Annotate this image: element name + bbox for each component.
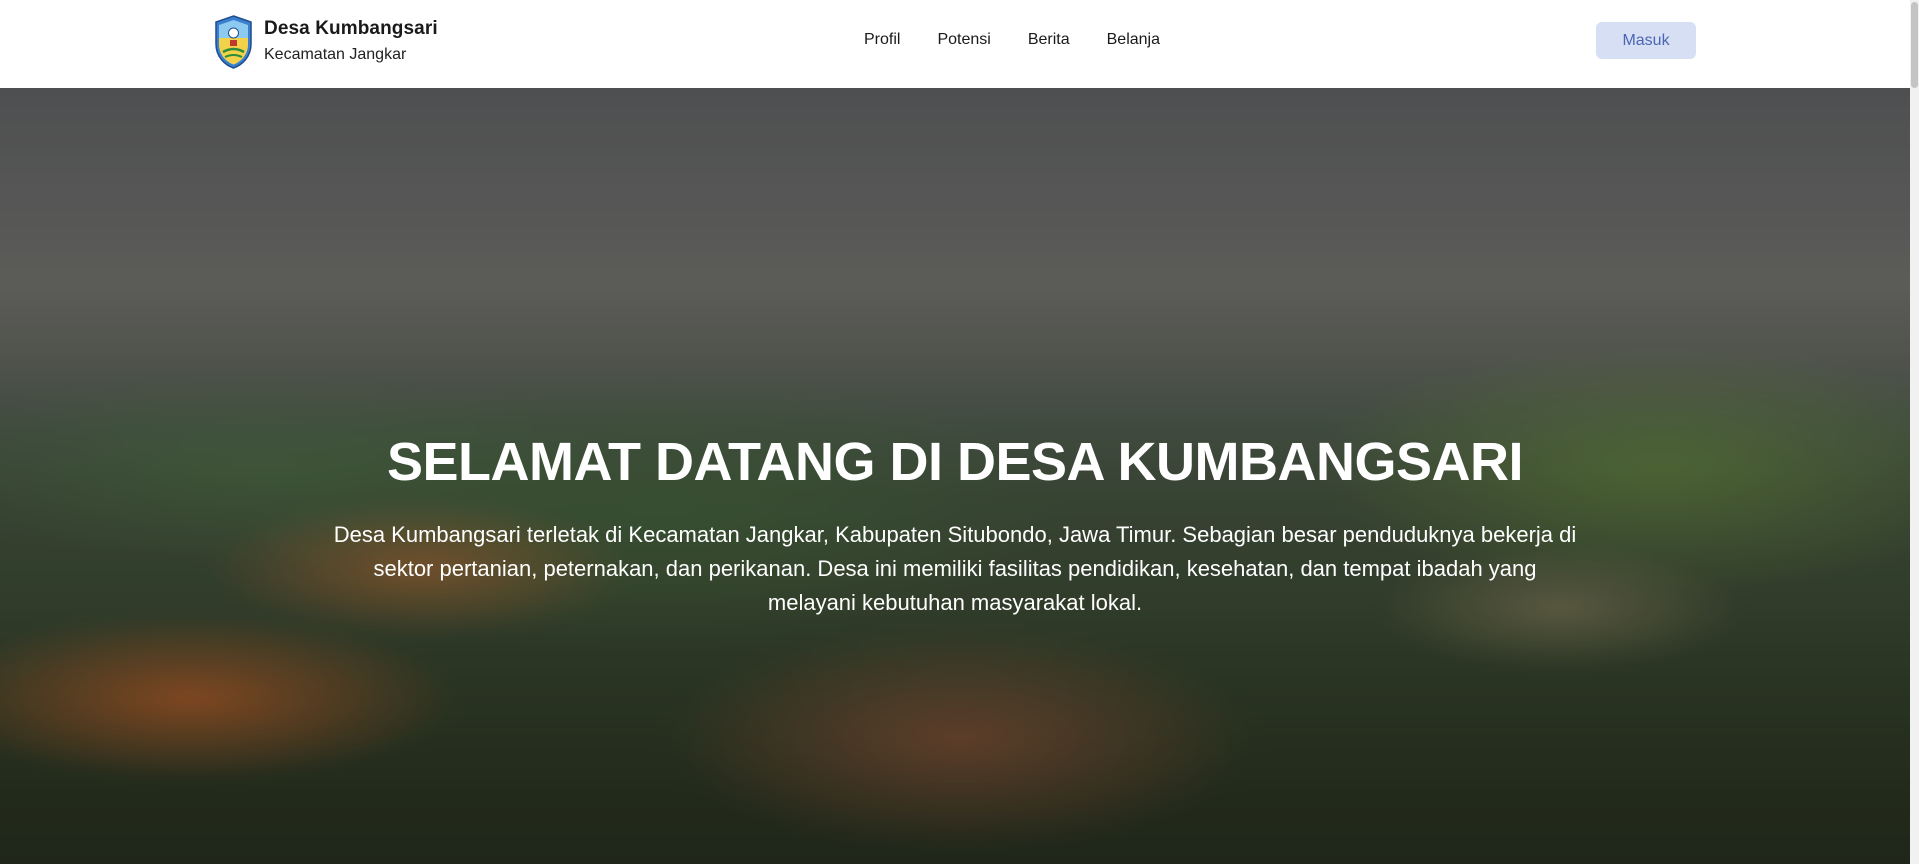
login-button[interactable]: Masuk — [1596, 22, 1696, 59]
brand-subtitle: Kecamatan Jangkar — [264, 46, 407, 63]
main-nav: Profil Potensi Berita Belanja — [864, 28, 1160, 52]
scrollbar-thumb[interactable] — [1911, 2, 1918, 88]
nav-belanja[interactable]: Belanja — [1107, 28, 1160, 52]
nav-berita[interactable]: Berita — [1028, 28, 1070, 52]
page-scrollbar[interactable] — [1910, 0, 1919, 864]
hero-section: SELAMAT DATANG DI DESA KUMBANGSARI Desa … — [0, 88, 1910, 864]
brand[interactable]: Desa Kumbangsari Kecamatan Jangkar — [213, 13, 438, 71]
nav-profil[interactable]: Profil — [864, 28, 900, 52]
brand-title: Desa Kumbangsari — [264, 18, 438, 39]
village-crest-icon — [215, 15, 252, 69]
hero-description: Desa Kumbangsari terletak di Kecamatan J… — [333, 522, 1577, 615]
site-header: Desa Kumbangsari Kecamatan Jangkar Profi… — [0, 0, 1910, 88]
nav-potensi[interactable]: Potensi — [937, 28, 990, 52]
hero-title: SELAMAT DATANG DI DESA KUMBANGSARI — [387, 432, 1523, 492]
